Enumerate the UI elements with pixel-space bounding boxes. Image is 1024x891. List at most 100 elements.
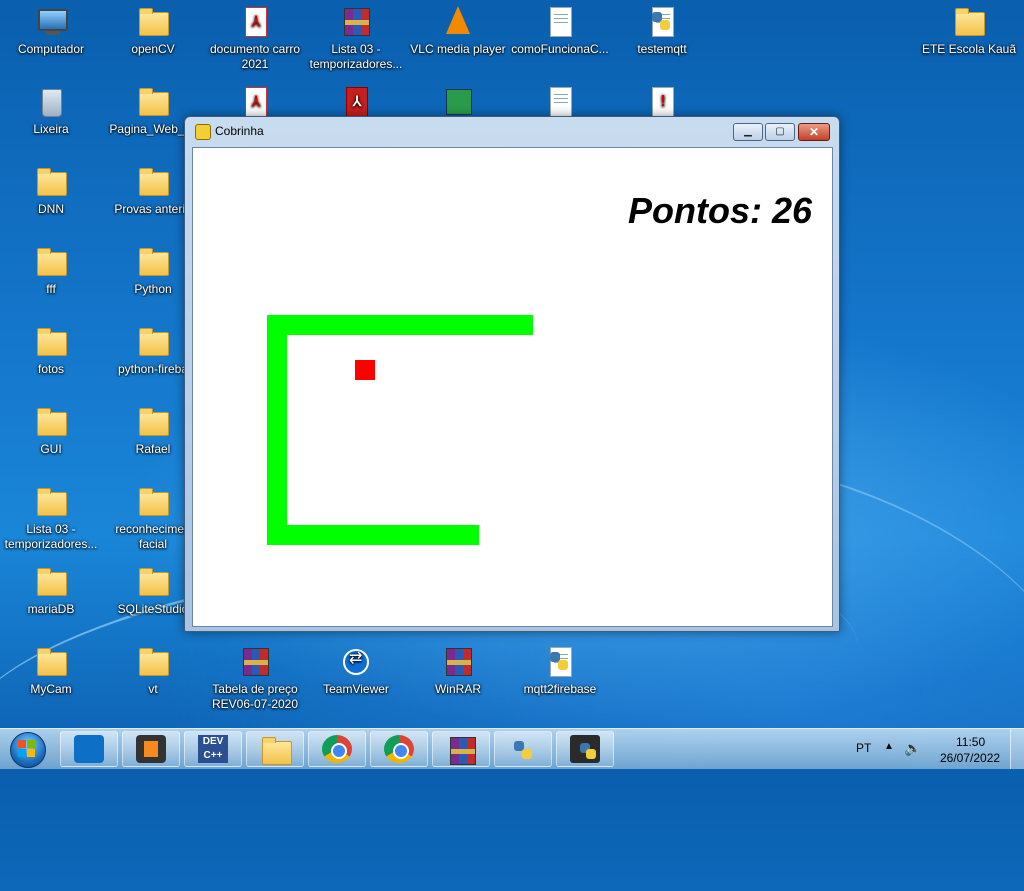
desktop-icon-label: ETE Escola Kauã	[921, 42, 1017, 56]
winrar-icon	[442, 646, 474, 678]
devcpp-icon: DEV C++	[198, 735, 228, 763]
desktop-icon-label: WinRAR	[434, 682, 481, 696]
clock-date[interactable]: 26/07/2022	[940, 751, 1000, 765]
folder-icon	[137, 646, 169, 678]
desktop-icon-lixeira[interactable]: Lixeira	[1, 86, 101, 137]
desktop-icon-computador[interactable]: Computador	[1, 6, 101, 57]
desktop-icon-ete-escola[interactable]: ETE Escola Kauã	[919, 6, 1019, 57]
desktop-icon-opencv[interactable]: openCV	[103, 6, 203, 57]
folder-icon	[137, 86, 169, 118]
taskbar: DEV C++ PT ▲ 🔈 11:50 26/07/2022	[0, 728, 1024, 769]
desktop-icon-label: Lista 03 - temporizadores...	[309, 42, 403, 71]
warning-file-icon: !	[646, 86, 678, 118]
pygame-snake-icon	[195, 124, 211, 140]
teamviewer-icon	[340, 646, 372, 678]
desktop-icon-lista03-rar[interactable]: Lista 03 - temporizadores...	[306, 6, 406, 72]
winrar-archive-icon	[239, 646, 271, 678]
taskbar-vscode[interactable]	[60, 731, 118, 767]
windows-flag-icon	[18, 740, 36, 758]
desktop-icon-mariadb[interactable]: mariaDB	[1, 566, 101, 617]
document-icon	[544, 6, 576, 38]
taskbar-sublime[interactable]	[122, 731, 180, 767]
minimize-button[interactable]: ▁	[733, 123, 763, 141]
desktop-icon-documento-carro[interactable]: ⅄ documento carro 2021	[205, 6, 305, 72]
folder-icon	[35, 326, 67, 358]
taskbar-python-window[interactable]	[556, 731, 614, 767]
vscode-icon	[74, 735, 104, 763]
desktop-icon-label: DNN	[38, 202, 64, 216]
folder-icon	[137, 166, 169, 198]
desktop-icon-vlc[interactable]: VLC media player	[408, 6, 508, 57]
folder-icon	[137, 6, 169, 38]
desktop-icon-fotos[interactable]: fotos	[1, 326, 101, 377]
chrome-icon	[322, 735, 352, 763]
desktop-icon-tabela-preco[interactable]: Tabela de preço REV06-07-2020	[205, 646, 305, 712]
close-button[interactable]: ✕	[798, 123, 830, 141]
winrar-icon	[446, 735, 476, 765]
desktop-icon-label: mqtt2firebase	[523, 682, 597, 696]
taskbar-explorer[interactable]	[246, 731, 304, 767]
desktop-icon-lista03-folder[interactable]: Lista 03 - temporizadores...	[1, 486, 101, 552]
recycle-bin-icon	[35, 86, 67, 118]
maximize-button[interactable]: ▢	[765, 123, 795, 141]
folder-icon	[35, 486, 67, 518]
taskbar-python-launcher[interactable]	[494, 731, 552, 767]
taskbar-chrome[interactable]	[308, 731, 366, 767]
folder-icon	[137, 566, 169, 598]
desktop-icon-fff[interactable]: fff	[1, 246, 101, 297]
python-file-icon	[646, 6, 678, 38]
clock-time[interactable]: 11:50	[956, 735, 985, 749]
chrome-icon	[384, 735, 414, 763]
folder-icon	[137, 246, 169, 278]
pdf-icon: ⅄	[239, 6, 271, 38]
python-launcher-icon	[508, 735, 538, 763]
desktop-icon-dnn[interactable]: DNN	[1, 166, 101, 217]
folder-icon	[137, 326, 169, 358]
pdf-icon: ⅄	[239, 86, 271, 118]
folder-icon	[137, 406, 169, 438]
close-icon: ✕	[808, 125, 820, 139]
food-pellet	[355, 360, 375, 380]
desktop-icon-winrar[interactable]: WinRAR	[408, 646, 508, 697]
desktop-icon-label: Computador	[17, 42, 85, 56]
desktop-icon-vt[interactable]: vt	[103, 646, 203, 697]
start-button[interactable]	[4, 731, 52, 768]
desktop-icon-label: TeamViewer	[323, 682, 389, 696]
folder-icon	[35, 646, 67, 678]
folder-icon	[137, 486, 169, 518]
snake-segment	[267, 525, 479, 545]
taskbar-devcpp[interactable]: DEV C++	[184, 731, 242, 767]
desktop-icon-mqtt2firebase[interactable]: mqtt2firebase	[510, 646, 610, 697]
file-explorer-icon	[260, 735, 292, 765]
desktop-icon-mycam[interactable]: MyCam	[1, 646, 101, 697]
language-indicator[interactable]: PT	[856, 741, 871, 755]
sublime-text-icon	[136, 735, 166, 763]
cobrinha-window[interactable]: Cobrinha ▁ ▢ ✕ Pontos: 26	[184, 116, 840, 632]
desktop-icon-label: VLC media player	[410, 42, 506, 56]
desktop-icon-testemqtt[interactable]: testemqtt	[612, 6, 712, 57]
snake-segment	[267, 315, 287, 545]
window-titlebar[interactable]: Cobrinha ▁ ▢ ✕	[185, 117, 839, 145]
desktop-icon-comofunciona[interactable]: comoFuncionaC...	[510, 6, 610, 57]
desktop-icon-label: fotos	[37, 362, 64, 376]
taskbar-chrome-2[interactable]	[370, 731, 428, 767]
desktop-icon-teamviewer[interactable]: TeamViewer	[306, 646, 406, 697]
desktop-icon-gui[interactable]: GUI	[1, 406, 101, 457]
show-hidden-icons[interactable]: ▲	[884, 741, 894, 752]
desktop-icon-label: MyCam	[30, 682, 72, 696]
desktop-icon-label: mariaDB	[27, 602, 75, 616]
snake-segment	[267, 315, 533, 335]
folder-icon	[35, 406, 67, 438]
document-icon	[544, 86, 576, 118]
maximize-icon: ▢	[775, 126, 785, 137]
game-canvas[interactable]: Pontos: 26	[192, 147, 833, 627]
desktop-icon-label: openCV	[131, 42, 175, 56]
taskbar-winrar[interactable]	[432, 731, 490, 767]
folder-icon	[35, 566, 67, 598]
sync-app-icon	[442, 86, 474, 118]
minimize-icon: ▁	[744, 126, 752, 137]
winrar-archive-icon	[340, 6, 372, 38]
volume-icon[interactable]: 🔈	[904, 740, 921, 757]
show-desktop-button[interactable]	[1010, 729, 1024, 769]
python-file-icon	[544, 646, 576, 678]
